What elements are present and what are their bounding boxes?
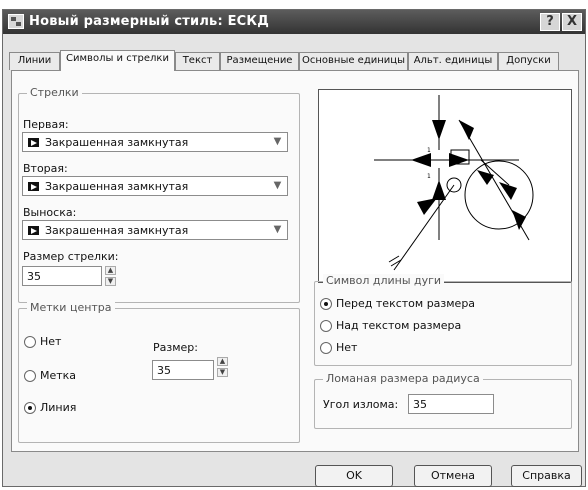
- tab-primary-units[interactable]: Основные единицы: [299, 52, 408, 70]
- arc-above-label[interactable]: Над текстом размера: [336, 319, 461, 332]
- leader-arrow-value: Закрашенная замкнутая: [45, 224, 189, 237]
- spin-down-icon[interactable]: ▼: [105, 277, 116, 286]
- leader-arrow-label: Выноска:: [23, 206, 77, 219]
- center-none-radio[interactable]: [24, 336, 36, 348]
- tab-text[interactable]: Текст: [175, 52, 220, 70]
- preview-image: 1 1: [318, 89, 572, 283]
- close-button[interactable]: X: [562, 13, 582, 31]
- filled-arrow-icon: [28, 226, 39, 235]
- title-bar[interactable]: Новый размерный стиль: ЕСКД ? X: [3, 10, 585, 34]
- center-size-label: Размер:: [153, 341, 198, 354]
- cancel-button[interactable]: Отмена: [414, 465, 492, 487]
- dialog-window: Новый размерный стиль: ЕСКД ? X Линии Си…: [2, 9, 586, 487]
- jog-angle-input[interactable]: 35: [408, 394, 494, 414]
- arc-length-group: Символ длины дуги Перед текстом размера …: [314, 274, 572, 366]
- dimension-preview-graphic: 1 1: [374, 95, 534, 271]
- center-marks-group-title: Метки центра: [27, 301, 115, 314]
- jog-group-title: Ломаная размера радиуса: [323, 372, 483, 385]
- center-line-radio[interactable]: [24, 402, 36, 414]
- filled-arrow-icon: [28, 138, 39, 147]
- arc-before-radio[interactable]: [320, 298, 332, 310]
- arc-none-label[interactable]: Нет: [336, 341, 357, 354]
- arrow-size-input[interactable]: 35: [22, 266, 102, 286]
- first-arrow-value: Закрашенная замкнутая: [45, 136, 189, 149]
- preview-tick-2: 1: [427, 173, 431, 180]
- second-arrow-value: Закрашенная замкнутая: [45, 180, 189, 193]
- arrows-group-title: Стрелки: [27, 86, 82, 99]
- arc-above-radio[interactable]: [320, 320, 332, 332]
- tab-fit[interactable]: Размещение: [220, 52, 299, 70]
- spin-up-icon[interactable]: ▲: [105, 266, 116, 275]
- center-marks-group: Метки центра Нет Метка Линия Размер: 35 …: [18, 301, 300, 443]
- window-title: Новый размерный стиль: ЕСКД: [29, 14, 270, 29]
- first-arrow-select[interactable]: Закрашенная замкнутая ▼: [22, 132, 288, 152]
- center-line-label[interactable]: Линия: [40, 401, 76, 414]
- tab-panel: Стрелки Первая: Закрашенная замкнутая ▼ …: [11, 70, 579, 452]
- center-mark-label[interactable]: Метка: [40, 369, 76, 382]
- arrow-size-label: Размер стрелки:: [23, 250, 119, 263]
- help-title-button[interactable]: ?: [540, 13, 560, 31]
- chevron-down-icon[interactable]: ▼: [269, 178, 286, 194]
- center-none-label[interactable]: Нет: [40, 335, 61, 348]
- arrow-size-spinner[interactable]: ▲ ▼: [105, 266, 116, 286]
- leader-arrow-select[interactable]: Закрашенная замкнутая ▼: [22, 220, 288, 240]
- spin-down-icon[interactable]: ▼: [217, 368, 228, 377]
- filled-arrow-icon: [28, 182, 39, 191]
- first-arrow-label: Первая:: [23, 118, 69, 131]
- arc-none-radio[interactable]: [320, 342, 332, 354]
- second-arrow-select[interactable]: Закрашенная замкнутая ▼: [22, 176, 288, 196]
- tab-lines[interactable]: Линии: [9, 52, 60, 70]
- center-mark-radio[interactable]: [24, 370, 36, 382]
- arc-length-group-title: Символ длины дуги: [323, 274, 445, 287]
- jog-group: Ломаная размера радиуса Угол излома: 35: [314, 372, 572, 429]
- center-size-input[interactable]: 35: [152, 360, 214, 380]
- tab-symbols-arrows[interactable]: Символы и стрелки: [60, 50, 175, 71]
- tab-alternate-units[interactable]: Альт. единицы: [408, 52, 498, 70]
- spin-up-icon[interactable]: ▲: [217, 357, 228, 366]
- second-arrow-label: Вторая:: [23, 162, 68, 175]
- center-size-spinner[interactable]: ▲ ▼: [217, 357, 228, 377]
- ok-button[interactable]: OK: [315, 465, 393, 487]
- chevron-down-icon[interactable]: ▼: [269, 134, 286, 150]
- preview-tick-1: 1: [427, 147, 431, 154]
- app-icon: [8, 14, 24, 29]
- top-strip: [0, 0, 588, 9]
- arc-before-label[interactable]: Перед текстом размера: [336, 297, 475, 310]
- tab-tolerances[interactable]: Допуски: [498, 52, 559, 70]
- help-button[interactable]: Справка: [511, 465, 582, 487]
- arrows-group: Стрелки Первая: Закрашенная замкнутая ▼ …: [18, 86, 300, 303]
- chevron-down-icon[interactable]: ▼: [269, 222, 286, 238]
- jog-angle-label: Угол излома:: [323, 398, 399, 411]
